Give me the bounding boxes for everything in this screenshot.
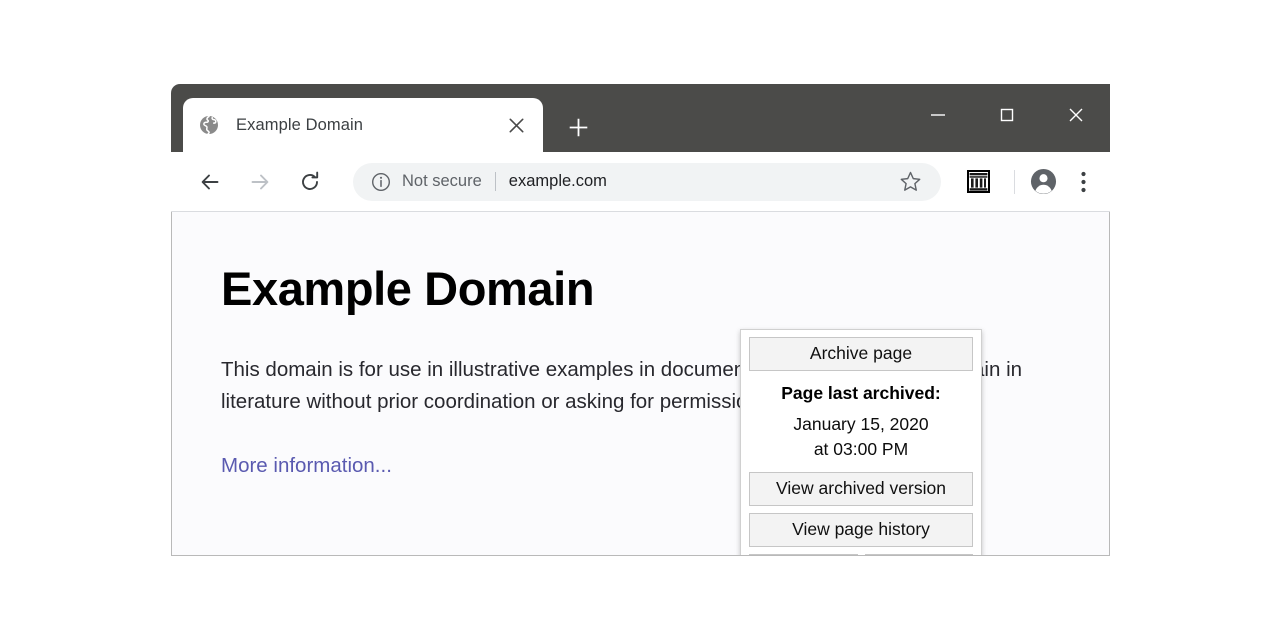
tab-strip: Example Domain — [171, 84, 1110, 152]
page-title: Example Domain — [221, 264, 1053, 313]
window-controls — [903, 84, 1110, 146]
last-archived-time: at 03:00 PM — [749, 437, 973, 462]
new-tab-button[interactable] — [563, 112, 593, 142]
statistics-button[interactable]: Statistics — [865, 554, 974, 556]
globe-icon — [199, 115, 219, 135]
info-circle-icon[interactable] — [371, 172, 391, 192]
address-bar[interactable]: Not secure example.com — [353, 163, 941, 201]
forward-button — [241, 163, 279, 201]
browser-tab-example-domain[interactable]: Example Domain — [183, 98, 543, 152]
url-text[interactable]: example.com — [509, 172, 893, 191]
last-archived-date: January 15, 2020 — [749, 412, 973, 437]
internet-archive-extension-icon[interactable] — [961, 165, 995, 199]
reload-button[interactable] — [291, 163, 329, 201]
page-viewport: Example Domain This domain is for use in… — [171, 212, 1110, 556]
last-archived-timestamp: January 15, 2020 at 03:00 PM — [749, 412, 973, 462]
three-dot-menu-icon[interactable] — [1068, 165, 1098, 199]
browser-window: Example Domain — [171, 84, 1110, 556]
screenshot-stage: Example Domain — [0, 0, 1280, 640]
omnibox-divider — [495, 172, 496, 191]
minimize-button[interactable] — [903, 84, 972, 146]
profile-avatar-icon[interactable] — [1026, 165, 1060, 199]
close-button[interactable] — [1041, 84, 1110, 146]
tab-title: Example Domain — [236, 116, 503, 135]
view-page-history-button[interactable]: View page history — [749, 513, 973, 547]
page-last-archived-label: Page last archived: — [749, 383, 973, 404]
browser-toolbar: Not secure example.com — [171, 152, 1110, 212]
toolbar-divider — [1014, 170, 1015, 194]
bookmark-star-icon[interactable] — [893, 165, 927, 199]
popup-footer-row: Options Statistics — [749, 554, 973, 556]
maximize-button[interactable] — [972, 84, 1041, 146]
tab-close-icon[interactable] — [503, 112, 529, 138]
back-button[interactable] — [191, 163, 229, 201]
archive-extension-popup: Archive page Page last archived: January… — [740, 329, 982, 556]
more-information-link[interactable]: More information... — [221, 454, 392, 477]
security-status-text: Not secure — [402, 172, 482, 191]
archive-page-button[interactable]: Archive page — [749, 337, 973, 371]
view-archived-version-button[interactable]: View archived version — [749, 472, 973, 506]
options-button[interactable]: Options — [749, 554, 858, 556]
